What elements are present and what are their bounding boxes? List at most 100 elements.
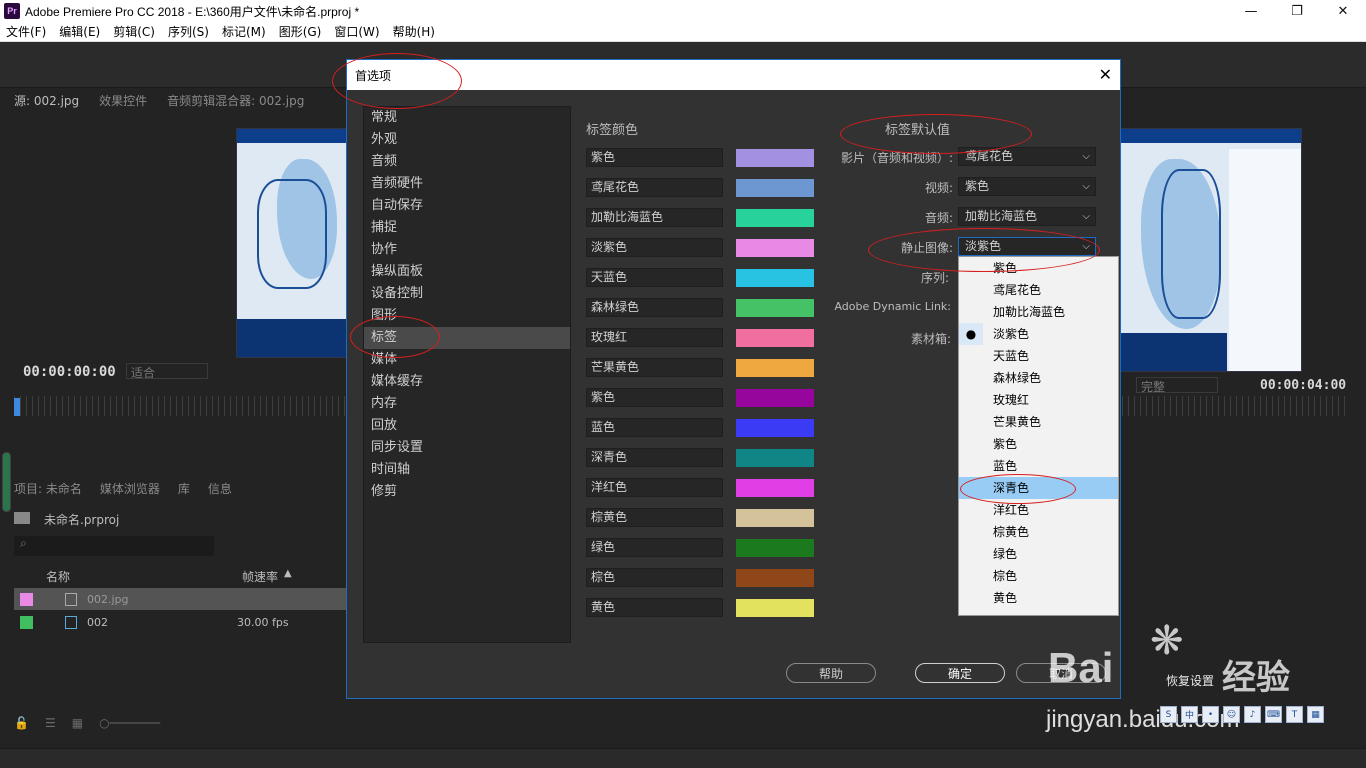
- label-color-swatch[interactable]: [736, 509, 814, 527]
- ime-lang-icon[interactable]: 中: [1181, 706, 1198, 723]
- label-color-swatch[interactable]: [736, 239, 814, 257]
- dropdown-option[interactable]: 棕黄色: [959, 521, 1118, 543]
- menu-file[interactable]: 文件(F): [6, 23, 46, 40]
- dropdown-option-highlighted[interactable]: 深青色: [959, 477, 1118, 499]
- label-color-name-input[interactable]: 天蓝色: [586, 268, 723, 287]
- nav-item-control-surface[interactable]: 操纵面板: [364, 261, 570, 283]
- close-button[interactable]: ✕: [1320, 0, 1366, 22]
- nav-item-media-cache[interactable]: 媒体缓存: [364, 371, 570, 393]
- project-row[interactable]: 002.jpg: [14, 588, 346, 610]
- column-name[interactable]: 名称: [46, 568, 70, 586]
- label-color-swatch[interactable]: [736, 209, 814, 227]
- nav-item-general[interactable]: 常规: [364, 107, 570, 129]
- label-color-name-input[interactable]: 淡紫色: [586, 238, 723, 257]
- dropdown-option[interactable]: 绿色: [959, 543, 1118, 565]
- lock-icon[interactable]: 🔓: [14, 716, 29, 730]
- nav-item-collaboration[interactable]: 协作: [364, 239, 570, 261]
- default-video-select[interactable]: 紫色 ⌵: [958, 177, 1096, 196]
- ime-keyboard-icon[interactable]: ⌨: [1265, 706, 1282, 723]
- label-color-swatch[interactable]: [736, 179, 814, 197]
- label-color-swatch[interactable]: [736, 539, 814, 557]
- label-color-name-input[interactable]: 加勒比海蓝色: [586, 208, 723, 227]
- tab-source[interactable]: 源: 002.jpg: [14, 92, 79, 109]
- nav-item-audio-hardware[interactable]: 音频硬件: [364, 173, 570, 195]
- ime-punct-icon[interactable]: •: [1202, 706, 1219, 723]
- row-label-color[interactable]: [20, 615, 33, 629]
- dropdown-option[interactable]: 蓝色: [959, 455, 1118, 477]
- nav-item-media[interactable]: 媒体: [364, 349, 570, 371]
- dialog-close-button[interactable]: ✕: [1099, 65, 1112, 84]
- label-color-swatch[interactable]: [736, 599, 814, 617]
- label-color-swatch[interactable]: [736, 479, 814, 497]
- project-row[interactable]: 002 30.00 fps: [14, 611, 346, 633]
- menu-edit[interactable]: 编辑(E): [59, 23, 100, 40]
- dropdown-option[interactable]: 玫瑰红: [959, 389, 1118, 411]
- menu-graphics[interactable]: 图形(G): [279, 23, 322, 40]
- dropdown-option[interactable]: 天蓝色: [959, 345, 1118, 367]
- tab-media-browser[interactable]: 媒体浏览器: [100, 480, 160, 497]
- dropdown-option[interactable]: 黄色: [959, 587, 1118, 609]
- ok-button[interactable]: 确定: [915, 663, 1005, 683]
- ime-mic-icon[interactable]: ♪: [1244, 706, 1261, 723]
- nav-item-audio[interactable]: 音频: [364, 151, 570, 173]
- nav-item-device-control[interactable]: 设备控制: [364, 283, 570, 305]
- nav-item-trim[interactable]: 修剪: [364, 481, 570, 503]
- source-timecode[interactable]: 00:00:00:00: [23, 364, 116, 380]
- column-frame-rate[interactable]: 帧速率: [242, 568, 278, 586]
- label-color-name-input[interactable]: 玫瑰红: [586, 328, 723, 347]
- nav-item-labels[interactable]: 标签: [364, 327, 570, 349]
- dropdown-option[interactable]: 加勒比海蓝色: [959, 301, 1118, 323]
- label-color-swatch[interactable]: [736, 419, 814, 437]
- dropdown-option[interactable]: 紫色: [959, 433, 1118, 455]
- nav-item-memory[interactable]: 内存: [364, 393, 570, 415]
- label-color-name-input[interactable]: 紫色: [586, 148, 723, 167]
- label-color-name-input[interactable]: 棕黄色: [586, 508, 723, 527]
- label-color-name-input[interactable]: 蓝色: [586, 418, 723, 437]
- program-time-ruler[interactable]: [1122, 396, 1350, 416]
- label-color-swatch[interactable]: [736, 269, 814, 287]
- tab-libraries[interactable]: 库: [178, 480, 190, 497]
- ime-grid-icon[interactable]: ▦: [1307, 706, 1324, 723]
- menu-window[interactable]: 窗口(W): [334, 23, 379, 40]
- label-color-swatch[interactable]: [736, 359, 814, 377]
- row-label-color[interactable]: [20, 592, 33, 606]
- zoom-slider[interactable]: ○───────: [99, 716, 160, 730]
- label-color-name-input[interactable]: 芒果黄色: [586, 358, 723, 377]
- default-still-image-select[interactable]: 淡紫色 ⌵: [958, 237, 1096, 256]
- nav-item-sync-settings[interactable]: 同步设置: [364, 437, 570, 459]
- label-color-name-input[interactable]: 洋红色: [586, 478, 723, 497]
- dropdown-option[interactable]: 森林绿色: [959, 367, 1118, 389]
- dropdown-option[interactable]: 芒果黄色: [959, 411, 1118, 433]
- help-button[interactable]: 帮助: [786, 663, 876, 683]
- menu-clip[interactable]: 剪辑(C): [113, 23, 155, 40]
- label-color-swatch[interactable]: [736, 569, 814, 587]
- quality-select[interactable]: 完整: [1136, 377, 1218, 394]
- nav-item-capture[interactable]: 捕捉: [364, 217, 570, 239]
- program-timecode[interactable]: 00:00:04:00: [1260, 378, 1346, 393]
- source-playhead[interactable]: [14, 398, 20, 416]
- label-color-name-input[interactable]: 深青色: [586, 448, 723, 467]
- ime-s-icon[interactable]: S: [1160, 706, 1177, 723]
- label-color-name-input[interactable]: 绿色: [586, 538, 723, 557]
- tab-effect-controls[interactable]: 效果控件: [99, 92, 147, 109]
- menu-help[interactable]: 帮助(H): [393, 23, 435, 40]
- nav-item-appearance[interactable]: 外观: [364, 129, 570, 151]
- dropdown-option[interactable]: 紫色: [959, 257, 1118, 279]
- dropdown-option[interactable]: 鸢尾花色: [959, 279, 1118, 301]
- label-color-swatch[interactable]: [736, 449, 814, 467]
- menu-sequence[interactable]: 序列(S): [168, 23, 209, 40]
- icon-view-icon[interactable]: ▦: [72, 716, 83, 730]
- label-color-swatch[interactable]: [736, 389, 814, 407]
- label-color-swatch[interactable]: [736, 329, 814, 347]
- project-search-input[interactable]: ⌕: [14, 536, 214, 556]
- tab-audio-clip-mixer[interactable]: 音频剪辑混合器: 002.jpg: [167, 92, 304, 109]
- minimize-button[interactable]: —: [1228, 0, 1274, 22]
- default-audio-select[interactable]: 加勒比海蓝色 ⌵: [958, 207, 1096, 226]
- menu-marker[interactable]: 标记(M): [222, 23, 266, 40]
- source-time-ruler[interactable]: [14, 396, 352, 416]
- label-color-name-input[interactable]: 黄色: [586, 598, 723, 617]
- nav-item-auto-save[interactable]: 自动保存: [364, 195, 570, 217]
- label-color-name-input[interactable]: 紫色: [586, 388, 723, 407]
- fit-select[interactable]: 适合: [126, 363, 208, 380]
- nav-item-playback[interactable]: 回放: [364, 415, 570, 437]
